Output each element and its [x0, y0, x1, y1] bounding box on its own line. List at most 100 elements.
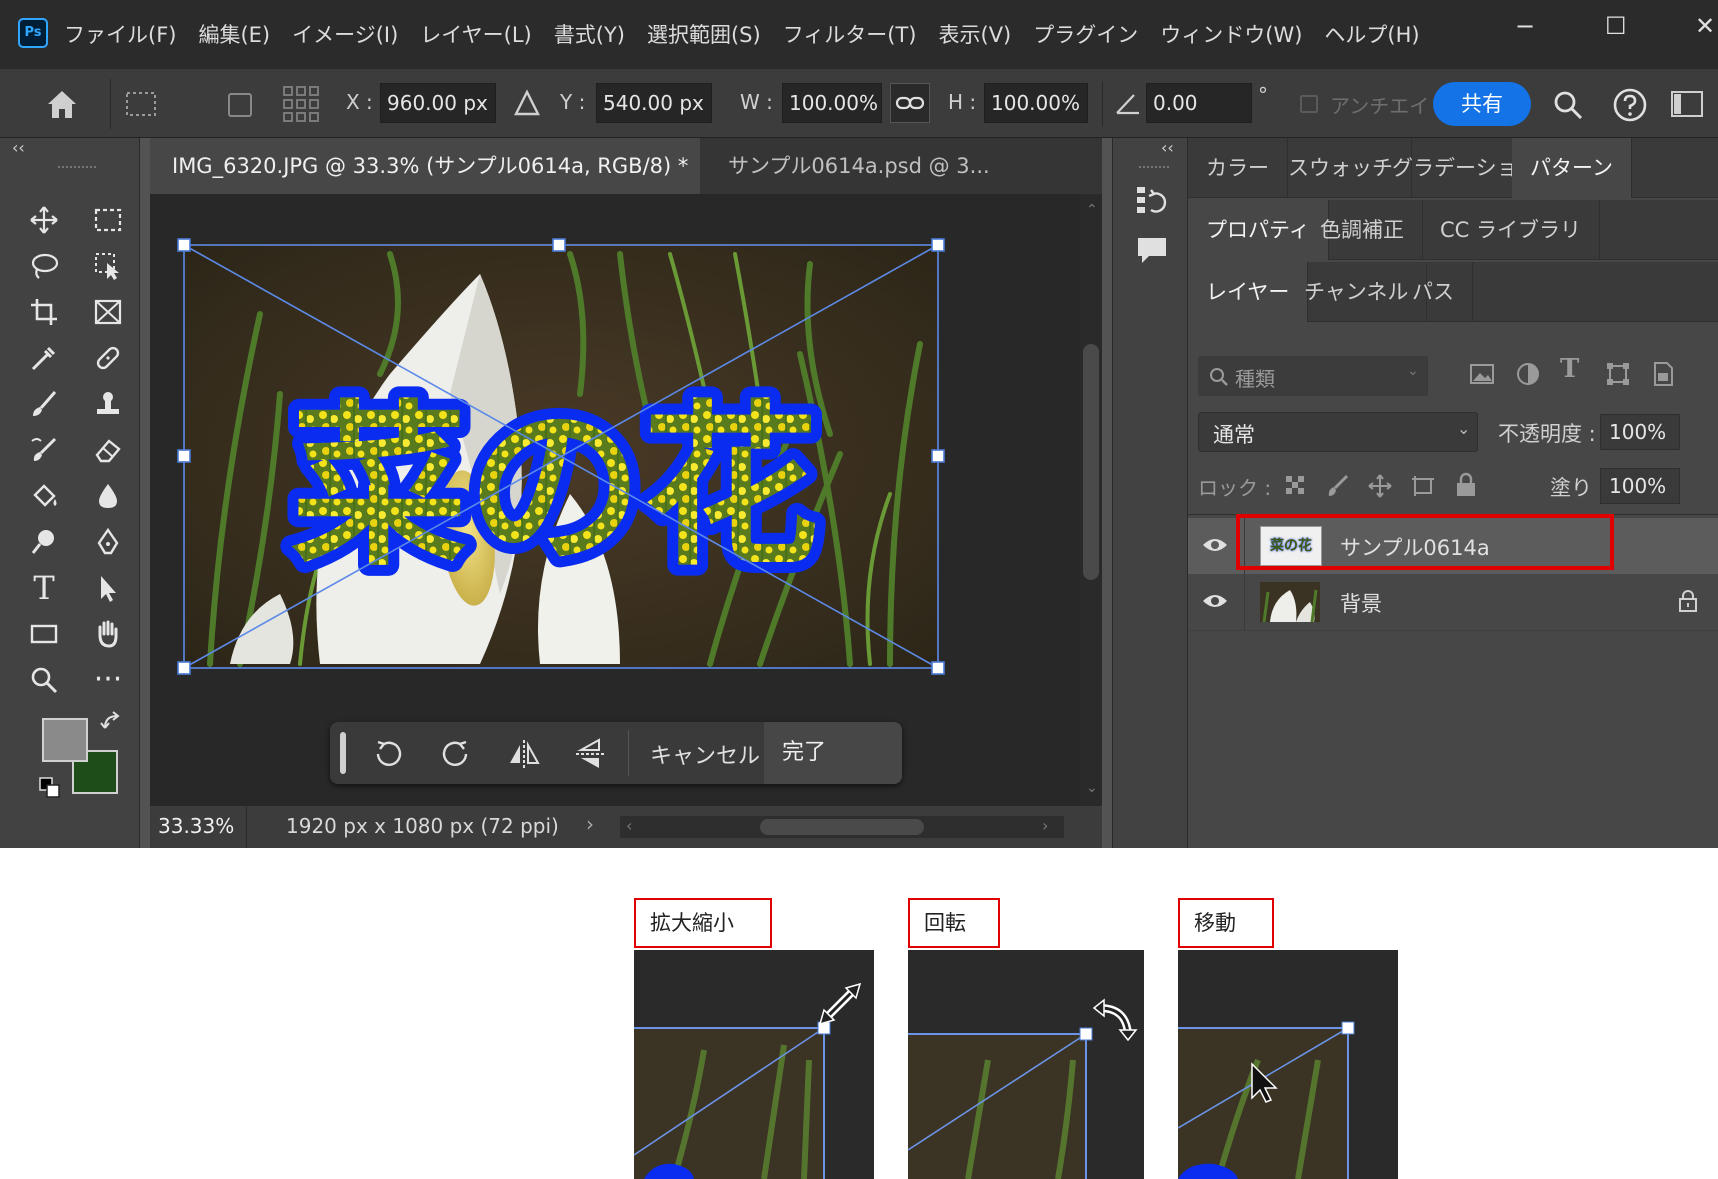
opacity-field[interactable]: 100%: [1600, 414, 1680, 450]
reference-grid-icon[interactable]: [282, 85, 320, 123]
transform-handle[interactable]: [552, 238, 566, 252]
frame-tool-icon[interactable]: [86, 290, 130, 334]
collapse-panels[interactable]: ‹‹: [1161, 138, 1174, 157]
transform-handle[interactable]: [931, 449, 945, 463]
width-field[interactable]: 100.00%: [782, 83, 882, 123]
menu-edit[interactable]: 編集(E): [198, 19, 270, 49]
fill-field[interactable]: 100%: [1600, 468, 1680, 504]
object-selection-tool-icon[interactable]: [86, 244, 130, 288]
lasso-tool-icon[interactable]: [22, 244, 66, 288]
search-icon[interactable]: [1552, 89, 1584, 121]
menu-image[interactable]: イメージ(I): [292, 19, 398, 49]
reference-checkbox[interactable]: [228, 93, 252, 117]
tab-sample-psd[interactable]: サンプル0614a.psd @ 3... ×: [706, 138, 1016, 234]
swap-colors-icon[interactable]: [100, 710, 126, 736]
type-tool-icon[interactable]: T: [22, 566, 66, 610]
scroll-down-icon[interactable]: ⌄: [1086, 780, 1098, 796]
tab-cc-libraries[interactable]: CC ライブラリ: [1422, 200, 1601, 260]
collapse-toolbar[interactable]: ‹‹: [12, 138, 25, 157]
blend-mode-select[interactable]: 通常 ⌄: [1198, 412, 1478, 452]
menu-select[interactable]: 選択範囲(S): [647, 19, 761, 49]
paint-bucket-tool-icon[interactable]: [22, 474, 66, 518]
status-menu-arrow[interactable]: ›: [586, 812, 594, 836]
filter-smart-object-icon[interactable]: [1648, 360, 1676, 388]
filter-pixel-icon[interactable]: [1468, 360, 1496, 388]
y-position-field[interactable]: 540.00 px: [596, 83, 712, 123]
flip-vertical-icon[interactable]: [572, 736, 608, 772]
tab-patterns[interactable]: パターン: [1512, 138, 1632, 198]
default-colors-icon[interactable]: [38, 776, 62, 800]
cancel-button[interactable]: キャンセル: [650, 738, 760, 770]
layer-filter-select[interactable]: 種類 ⌄: [1198, 356, 1428, 396]
reference-point-icon[interactable]: [124, 89, 164, 119]
more-tools-icon[interactable]: ···: [86, 658, 130, 702]
rotate-right-icon[interactable]: [438, 736, 474, 772]
angle-icon[interactable]: [1114, 89, 1142, 117]
x-position-field[interactable]: 960.00 px: [380, 83, 496, 123]
filter-shape-icon[interactable]: [1604, 360, 1632, 388]
stamp-tool-icon[interactable]: [86, 382, 130, 426]
hand-tool-icon[interactable]: [86, 612, 130, 656]
layer-name[interactable]: 背景: [1340, 588, 1382, 618]
close-button[interactable]: ✕: [1695, 12, 1715, 40]
history-panel-icon[interactable]: [1135, 184, 1169, 218]
menu-layer[interactable]: レイヤー(L): [420, 19, 531, 49]
maximize-button[interactable]: ☐: [1605, 12, 1627, 40]
eye-icon[interactable]: [1202, 534, 1228, 556]
brush-tool-icon[interactable]: [22, 382, 66, 426]
scroll-thumb[interactable]: [1083, 344, 1099, 580]
dodge-tool-icon[interactable]: [22, 520, 66, 564]
lock-pixels-icon[interactable]: [1326, 474, 1350, 498]
rotate-left-icon[interactable]: [370, 736, 406, 772]
canvas-area[interactable]: 菜の花 菜の花 ⌃ ⌄ キャンセル 完了: [150, 194, 1102, 806]
tab-img6320[interactable]: IMG_6320.JPG @ 33.3% (サンプル0614a, RGB/8) …: [150, 138, 700, 234]
comments-panel-icon[interactable]: [1135, 234, 1169, 268]
height-field[interactable]: 100.00%: [984, 83, 1088, 123]
scroll-left-icon[interactable]: ‹: [626, 816, 632, 835]
menu-window[interactable]: ウィンドウ(W): [1160, 19, 1302, 49]
home-icon[interactable]: [44, 87, 80, 121]
healing-brush-tool-icon[interactable]: [86, 336, 130, 380]
lock-position-icon[interactable]: [1368, 474, 1392, 498]
eye-icon[interactable]: [1202, 590, 1228, 612]
transform-handle[interactable]: [177, 238, 191, 252]
lock-artboard-icon[interactable]: [1410, 474, 1436, 498]
menu-type[interactable]: 書式(Y): [554, 19, 625, 49]
marquee-tool-icon[interactable]: [86, 198, 130, 242]
eraser-tool-icon[interactable]: [86, 428, 130, 472]
done-button[interactable]: 完了: [764, 722, 902, 784]
angle-field[interactable]: 0.00: [1146, 83, 1252, 123]
tab-paths[interactable]: パス: [1394, 262, 1473, 322]
transform-handle[interactable]: [177, 661, 191, 675]
menu-filter[interactable]: フィルター(T): [783, 19, 917, 49]
link-button[interactable]: [890, 83, 930, 123]
taskbar-grip[interactable]: [340, 732, 346, 774]
filter-adjustment-icon[interactable]: [1514, 360, 1542, 388]
delta-icon[interactable]: [514, 89, 540, 117]
antialias-checkbox[interactable]: [1300, 95, 1318, 113]
workspace-icon[interactable]: [1670, 89, 1704, 119]
zoom-level[interactable]: 33.33%: [158, 814, 234, 838]
toolbar-grip[interactable]: [58, 166, 96, 170]
move-tool-icon[interactable]: [22, 198, 66, 242]
flip-horizontal-icon[interactable]: [506, 736, 542, 772]
lock-all-icon[interactable]: [1454, 472, 1478, 498]
eyedropper-tool-icon[interactable]: [22, 336, 66, 380]
crop-tool-icon[interactable]: [22, 290, 66, 334]
tab-adjustments[interactable]: 色調補正: [1302, 200, 1423, 260]
scroll-thumb[interactable]: [760, 819, 924, 835]
share-button[interactable]: 共有: [1433, 82, 1531, 126]
lock-transparent-icon[interactable]: [1284, 474, 1308, 498]
scroll-up-icon[interactable]: ⌃: [1086, 202, 1098, 218]
vertical-scrollbar[interactable]: ⌃ ⌄: [1080, 194, 1102, 806]
zoom-tool-icon[interactable]: [22, 658, 66, 702]
rectangle-tool-icon[interactable]: [22, 612, 66, 656]
history-brush-tool-icon[interactable]: [22, 428, 66, 472]
filter-type-icon[interactable]: T: [1560, 354, 1579, 384]
menu-help[interactable]: ヘルプ(H): [1324, 19, 1419, 49]
strip-grip[interactable]: [1139, 166, 1169, 168]
minimize-button[interactable]: −: [1515, 12, 1535, 40]
blur-tool-icon[interactable]: [86, 474, 130, 518]
horizontal-scrollbar[interactable]: ‹ ›: [620, 816, 1064, 838]
canvas-image[interactable]: 菜の花 菜の花: [150, 194, 1102, 806]
